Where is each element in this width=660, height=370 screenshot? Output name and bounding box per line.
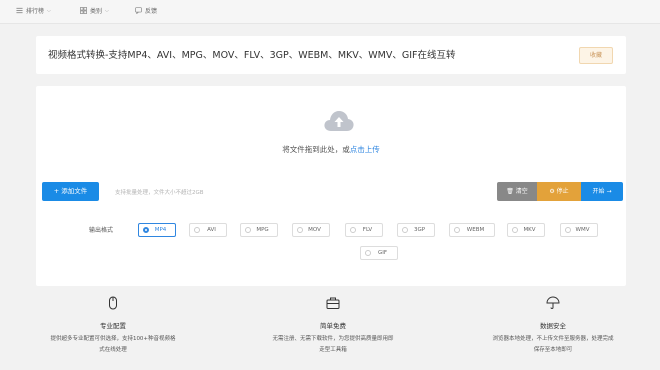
feature-title: 简单免费 <box>320 322 346 330</box>
grid-icon <box>80 7 87 14</box>
feature-desc: 无需注册、无需下载软件，为您提供高质量即用即 走型工具箱 <box>272 336 394 353</box>
format-option-mov[interactable]: MOV <box>292 223 330 237</box>
trash-icon: 🗑 <box>506 188 516 195</box>
feature-security: 数据安全 浏览器本地处理，不上传文件至服务器，处理完成 保存至本地即可 <box>473 296 633 356</box>
top-nav: 排行榜 ⌵ 类别 ⌵ 反馈 <box>0 0 660 24</box>
radio-icon <box>194 227 200 233</box>
format-option-mp4[interactable]: MP4 <box>138 223 176 237</box>
feature-professional: 专业配置 提供超多专业配置可供选择，支持100+种音视频格 式在线处理 <box>33 296 193 356</box>
add-file-button[interactable]: + 添加文件 <box>42 182 99 201</box>
output-format-label: 输出格式 <box>89 227 114 234</box>
chevron-down-icon: ⌵ <box>47 7 51 14</box>
feature-desc: 浏览器本地处理，不上传文件至服务器，处理完成 保存至本地即可 <box>492 336 614 353</box>
format-option-mpg[interactable]: MPG <box>240 223 278 237</box>
add-file-label: 添加文件 <box>61 187 88 195</box>
cloud-upload-icon <box>324 111 354 131</box>
title-card: 视频格式转换-支持MP4、AVI、MPG、MOV、FLV、3GP、WEBM、MK… <box>36 36 626 74</box>
features-section: 专业配置 提供超多专业配置可供选择，支持100+种音视频格 式在线处理 简单免费… <box>0 290 660 370</box>
start-label: 开始 <box>592 188 605 195</box>
format-option-gif[interactable]: GIF <box>360 246 398 260</box>
format-option-webm[interactable]: WEBM <box>449 223 495 237</box>
nav-category-label: 类别 <box>90 8 103 15</box>
drop-instruction: 将文件拖到此处，或 <box>282 145 350 154</box>
radio-checked-icon <box>143 227 149 233</box>
upload-dropzone[interactable]: 将文件拖到此处，或点击上传 <box>42 88 620 172</box>
click-upload-link[interactable]: 点击上传 <box>350 145 380 154</box>
nav-rank[interactable]: 排行榜 ⌵ <box>16 6 51 15</box>
stop-label: 停止 <box>556 188 569 195</box>
list-icon <box>16 7 23 14</box>
nav-feedback[interactable]: 反馈 <box>135 6 157 15</box>
feedback-icon <box>135 7 142 14</box>
radio-icon <box>402 227 408 233</box>
format-option-3gp[interactable]: 3GP <box>397 223 435 237</box>
converter-card: 将文件拖到此处，或点击上传 + 添加文件 支持批量处理，文件大小不超过2GB 🗑… <box>36 86 626 286</box>
toolbox-icon <box>326 297 340 309</box>
action-buttons: 🗑 清空 ⚙ 停止 开始 → <box>497 182 623 201</box>
feature-title: 专业配置 <box>100 322 126 330</box>
favorite-button[interactable]: 收藏 <box>579 47 613 64</box>
radio-icon <box>512 227 518 233</box>
radio-icon <box>297 227 303 233</box>
format-option-flv[interactable]: FLV <box>345 223 383 237</box>
gear-icon: ⚙ <box>549 188 557 195</box>
dropzone-text: 将文件拖到此处，或点击上传 <box>42 144 620 155</box>
page-title: 视频格式转换-支持MP4、AVI、MPG、MOV、FLV、3GP、WEBM、MK… <box>48 50 456 61</box>
clear-button[interactable]: 🗑 清空 <box>497 182 537 201</box>
feature-title: 数据安全 <box>540 322 566 330</box>
start-button[interactable]: 开始 → <box>581 182 623 201</box>
radio-icon <box>365 250 371 256</box>
format-option-mkv[interactable]: MKV <box>507 223 545 237</box>
format-option-wmv[interactable]: WMV <box>560 223 598 237</box>
radio-icon <box>565 227 571 233</box>
format-option-avi[interactable]: AVI <box>189 223 227 237</box>
chevron-down-icon: ⌵ <box>105 7 109 14</box>
stop-button[interactable]: ⚙ 停止 <box>537 182 581 201</box>
feature-desc: 提供超多专业配置可供选择，支持100+种音视频格 式在线处理 <box>50 336 176 353</box>
umbrella-icon <box>546 296 560 309</box>
clear-label: 清空 <box>515 188 528 195</box>
nav-category[interactable]: 类别 ⌵ <box>80 6 109 15</box>
upload-hint: 支持批量处理，文件大小不超过2GB <box>115 190 204 196</box>
radio-icon <box>350 227 356 233</box>
mouse-icon <box>109 296 117 310</box>
radio-icon <box>245 227 251 233</box>
nav-rank-label: 排行榜 <box>26 8 45 15</box>
arrow-right-icon: → <box>604 188 612 195</box>
nav-feedback-label: 反馈 <box>145 8 158 15</box>
feature-free: 简单免费 无需注册、无需下载软件，为您提供高质量即用即 走型工具箱 <box>253 296 413 356</box>
radio-icon <box>454 227 460 233</box>
